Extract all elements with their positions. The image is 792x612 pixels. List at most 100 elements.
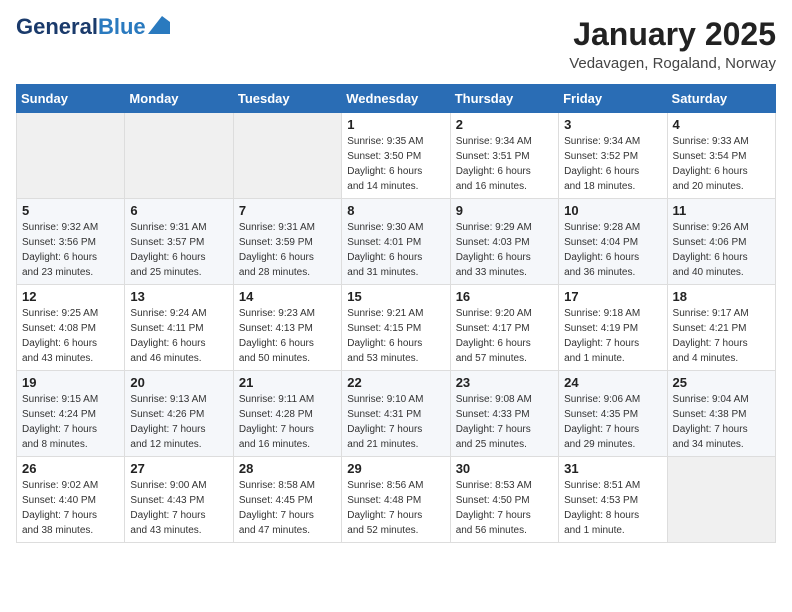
- day-info: Sunrise: 9:00 AM Sunset: 4:43 PM Dayligh…: [130, 478, 227, 538]
- day-info: Sunrise: 9:32 AM Sunset: 3:56 PM Dayligh…: [22, 220, 119, 280]
- day-number: 6: [130, 203, 227, 218]
- logo-text: GeneralBlue: [16, 16, 146, 38]
- day-info: Sunrise: 9:08 AM Sunset: 4:33 PM Dayligh…: [456, 392, 553, 452]
- calendar-cell: 21 Sunrise: 9:11 AM Sunset: 4:28 PM Dayli…: [233, 371, 341, 457]
- calendar-cell: 13Sunrise: 9:24 AM Sunset: 4:11 PM Dayli…: [125, 285, 233, 371]
- calendar-cell: 29 Sunrise: 8:56 AM Sunset: 4:48 PM Dayli…: [342, 457, 450, 543]
- calendar-cell: 11Sunrise: 9:26 AM Sunset: 4:06 PM Dayli…: [667, 199, 775, 285]
- calendar-cell: 25 Sunrise: 9:04 AM Sunset: 4:38 PM Dayli…: [667, 371, 775, 457]
- calendar-cell: 17 Sunrise: 9:18 AM Sunset: 4:19 PM Dayli…: [559, 285, 667, 371]
- day-number: 2: [456, 117, 553, 132]
- day-info: Sunrise: 9:31 AM Sunset: 3:57 PM Dayligh…: [130, 220, 227, 280]
- day-info: Sunrise: 9:34 AM Sunset: 3:51 PM Dayligh…: [456, 134, 553, 194]
- day-number: 19: [22, 375, 119, 390]
- day-info: Sunrise: 9:10 AM Sunset: 4:31 PM Dayligh…: [347, 392, 444, 452]
- calendar-cell: 31Sunrise: 8:51 AM Sunset: 4:53 PM Dayli…: [559, 457, 667, 543]
- calendar-week-row: 5Sunrise: 9:32 AM Sunset: 3:56 PM Daylig…: [17, 199, 776, 285]
- calendar-cell: 27 Sunrise: 9:00 AM Sunset: 4:43 PM Dayli…: [125, 457, 233, 543]
- calendar-cell: [17, 113, 125, 199]
- day-info: Sunrise: 9:28 AM Sunset: 4:04 PM Dayligh…: [564, 220, 661, 280]
- day-info: Sunrise: 9:20 AM Sunset: 4:17 PM Dayligh…: [456, 306, 553, 366]
- day-info: Sunrise: 9:18 AM Sunset: 4:19 PM Dayligh…: [564, 306, 661, 366]
- day-info: Sunrise: 9:17 AM Sunset: 4:21 PM Dayligh…: [673, 306, 770, 366]
- weekday-header: Wednesday: [342, 85, 450, 113]
- day-number: 13: [130, 289, 227, 304]
- calendar-cell: [233, 113, 341, 199]
- day-info: Sunrise: 9:25 AM Sunset: 4:08 PM Dayligh…: [22, 306, 119, 366]
- day-number: 9: [456, 203, 553, 218]
- day-number: 8: [347, 203, 444, 218]
- title-section: January 2025 Vedavagen, Rogaland, Norway: [569, 16, 776, 72]
- calendar-cell: [125, 113, 233, 199]
- weekday-header: Tuesday: [233, 85, 341, 113]
- day-info: Sunrise: 9:04 AM Sunset: 4:38 PM Dayligh…: [673, 392, 770, 452]
- calendar-cell: 9 Sunrise: 9:29 AM Sunset: 4:03 PM Daylig…: [450, 199, 558, 285]
- calendar-cell: 15Sunrise: 9:21 AM Sunset: 4:15 PM Dayli…: [342, 285, 450, 371]
- day-info: Sunrise: 9:23 AM Sunset: 4:13 PM Dayligh…: [239, 306, 336, 366]
- calendar-cell: 28 Sunrise: 8:58 AM Sunset: 4:45 PM Dayli…: [233, 457, 341, 543]
- weekday-header: Sunday: [17, 85, 125, 113]
- day-info: Sunrise: 9:30 AM Sunset: 4:01 PM Dayligh…: [347, 220, 444, 280]
- day-number: 3: [564, 117, 661, 132]
- calendar-cell: 14 Sunrise: 9:23 AM Sunset: 4:13 PM Dayli…: [233, 285, 341, 371]
- calendar-cell: 2 Sunrise: 9:34 AM Sunset: 3:51 PM Daylig…: [450, 113, 558, 199]
- calendar-cell: 22 Sunrise: 9:10 AM Sunset: 4:31 PM Dayli…: [342, 371, 450, 457]
- day-number: 24: [564, 375, 661, 390]
- calendar-cell: 12Sunrise: 9:25 AM Sunset: 4:08 PM Dayli…: [17, 285, 125, 371]
- location-subtitle: Vedavagen, Rogaland, Norway: [569, 55, 776, 72]
- day-info: Sunrise: 9:34 AM Sunset: 3:52 PM Dayligh…: [564, 134, 661, 194]
- day-number: 28: [239, 461, 336, 476]
- day-info: Sunrise: 9:33 AM Sunset: 3:54 PM Dayligh…: [673, 134, 770, 194]
- month-title: January 2025: [569, 16, 776, 53]
- calendar-table: SundayMondayTuesdayWednesdayThursdayFrid…: [16, 84, 776, 543]
- day-number: 21: [239, 375, 336, 390]
- logo-icon: [148, 16, 170, 34]
- day-number: 30: [456, 461, 553, 476]
- day-number: 26: [22, 461, 119, 476]
- calendar-week-row: 19Sunrise: 9:15 AM Sunset: 4:24 PM Dayli…: [17, 371, 776, 457]
- day-info: Sunrise: 9:31 AM Sunset: 3:59 PM Dayligh…: [239, 220, 336, 280]
- day-info: Sunrise: 9:13 AM Sunset: 4:26 PM Dayligh…: [130, 392, 227, 452]
- day-number: 20: [130, 375, 227, 390]
- weekday-header: Friday: [559, 85, 667, 113]
- day-info: Sunrise: 9:29 AM Sunset: 4:03 PM Dayligh…: [456, 220, 553, 280]
- weekday-header: Saturday: [667, 85, 775, 113]
- calendar-cell: 24 Sunrise: 9:06 AM Sunset: 4:35 PM Dayli…: [559, 371, 667, 457]
- day-info: Sunrise: 9:21 AM Sunset: 4:15 PM Dayligh…: [347, 306, 444, 366]
- day-number: 14: [239, 289, 336, 304]
- calendar-cell: 3 Sunrise: 9:34 AM Sunset: 3:52 PM Daylig…: [559, 113, 667, 199]
- calendar-cell: 19Sunrise: 9:15 AM Sunset: 4:24 PM Dayli…: [17, 371, 125, 457]
- day-number: 17: [564, 289, 661, 304]
- page-header: GeneralBlue January 2025 Vedavagen, Roga…: [16, 16, 776, 72]
- weekday-header: Monday: [125, 85, 233, 113]
- calendar-cell: 8 Sunrise: 9:30 AM Sunset: 4:01 PM Daylig…: [342, 199, 450, 285]
- day-number: 22: [347, 375, 444, 390]
- calendar-week-row: 1Sunrise: 9:35 AM Sunset: 3:50 PM Daylig…: [17, 113, 776, 199]
- day-info: Sunrise: 8:53 AM Sunset: 4:50 PM Dayligh…: [456, 478, 553, 538]
- day-number: 16: [456, 289, 553, 304]
- calendar-cell: 23 Sunrise: 9:08 AM Sunset: 4:33 PM Dayli…: [450, 371, 558, 457]
- calendar-cell: 18 Sunrise: 9:17 AM Sunset: 4:21 PM Dayli…: [667, 285, 775, 371]
- day-info: Sunrise: 9:06 AM Sunset: 4:35 PM Dayligh…: [564, 392, 661, 452]
- day-number: 11: [673, 203, 770, 218]
- calendar-cell: 30 Sunrise: 8:53 AM Sunset: 4:50 PM Dayli…: [450, 457, 558, 543]
- day-info: Sunrise: 8:56 AM Sunset: 4:48 PM Dayligh…: [347, 478, 444, 538]
- calendar-cell: [667, 457, 775, 543]
- day-number: 1: [347, 117, 444, 132]
- logo: GeneralBlue: [16, 16, 170, 38]
- calendar-cell: 4 Sunrise: 9:33 AM Sunset: 3:54 PM Daylig…: [667, 113, 775, 199]
- day-info: Sunrise: 9:11 AM Sunset: 4:28 PM Dayligh…: [239, 392, 336, 452]
- day-number: 23: [456, 375, 553, 390]
- day-number: 31: [564, 461, 661, 476]
- day-number: 18: [673, 289, 770, 304]
- weekday-header: Thursday: [450, 85, 558, 113]
- day-number: 25: [673, 375, 770, 390]
- day-number: 29: [347, 461, 444, 476]
- calendar-cell: 26Sunrise: 9:02 AM Sunset: 4:40 PM Dayli…: [17, 457, 125, 543]
- calendar-week-row: 12Sunrise: 9:25 AM Sunset: 4:08 PM Dayli…: [17, 285, 776, 371]
- calendar-cell: 5Sunrise: 9:32 AM Sunset: 3:56 PM Daylig…: [17, 199, 125, 285]
- day-info: Sunrise: 8:58 AM Sunset: 4:45 PM Dayligh…: [239, 478, 336, 538]
- day-number: 4: [673, 117, 770, 132]
- calendar-cell: 1Sunrise: 9:35 AM Sunset: 3:50 PM Daylig…: [342, 113, 450, 199]
- day-number: 27: [130, 461, 227, 476]
